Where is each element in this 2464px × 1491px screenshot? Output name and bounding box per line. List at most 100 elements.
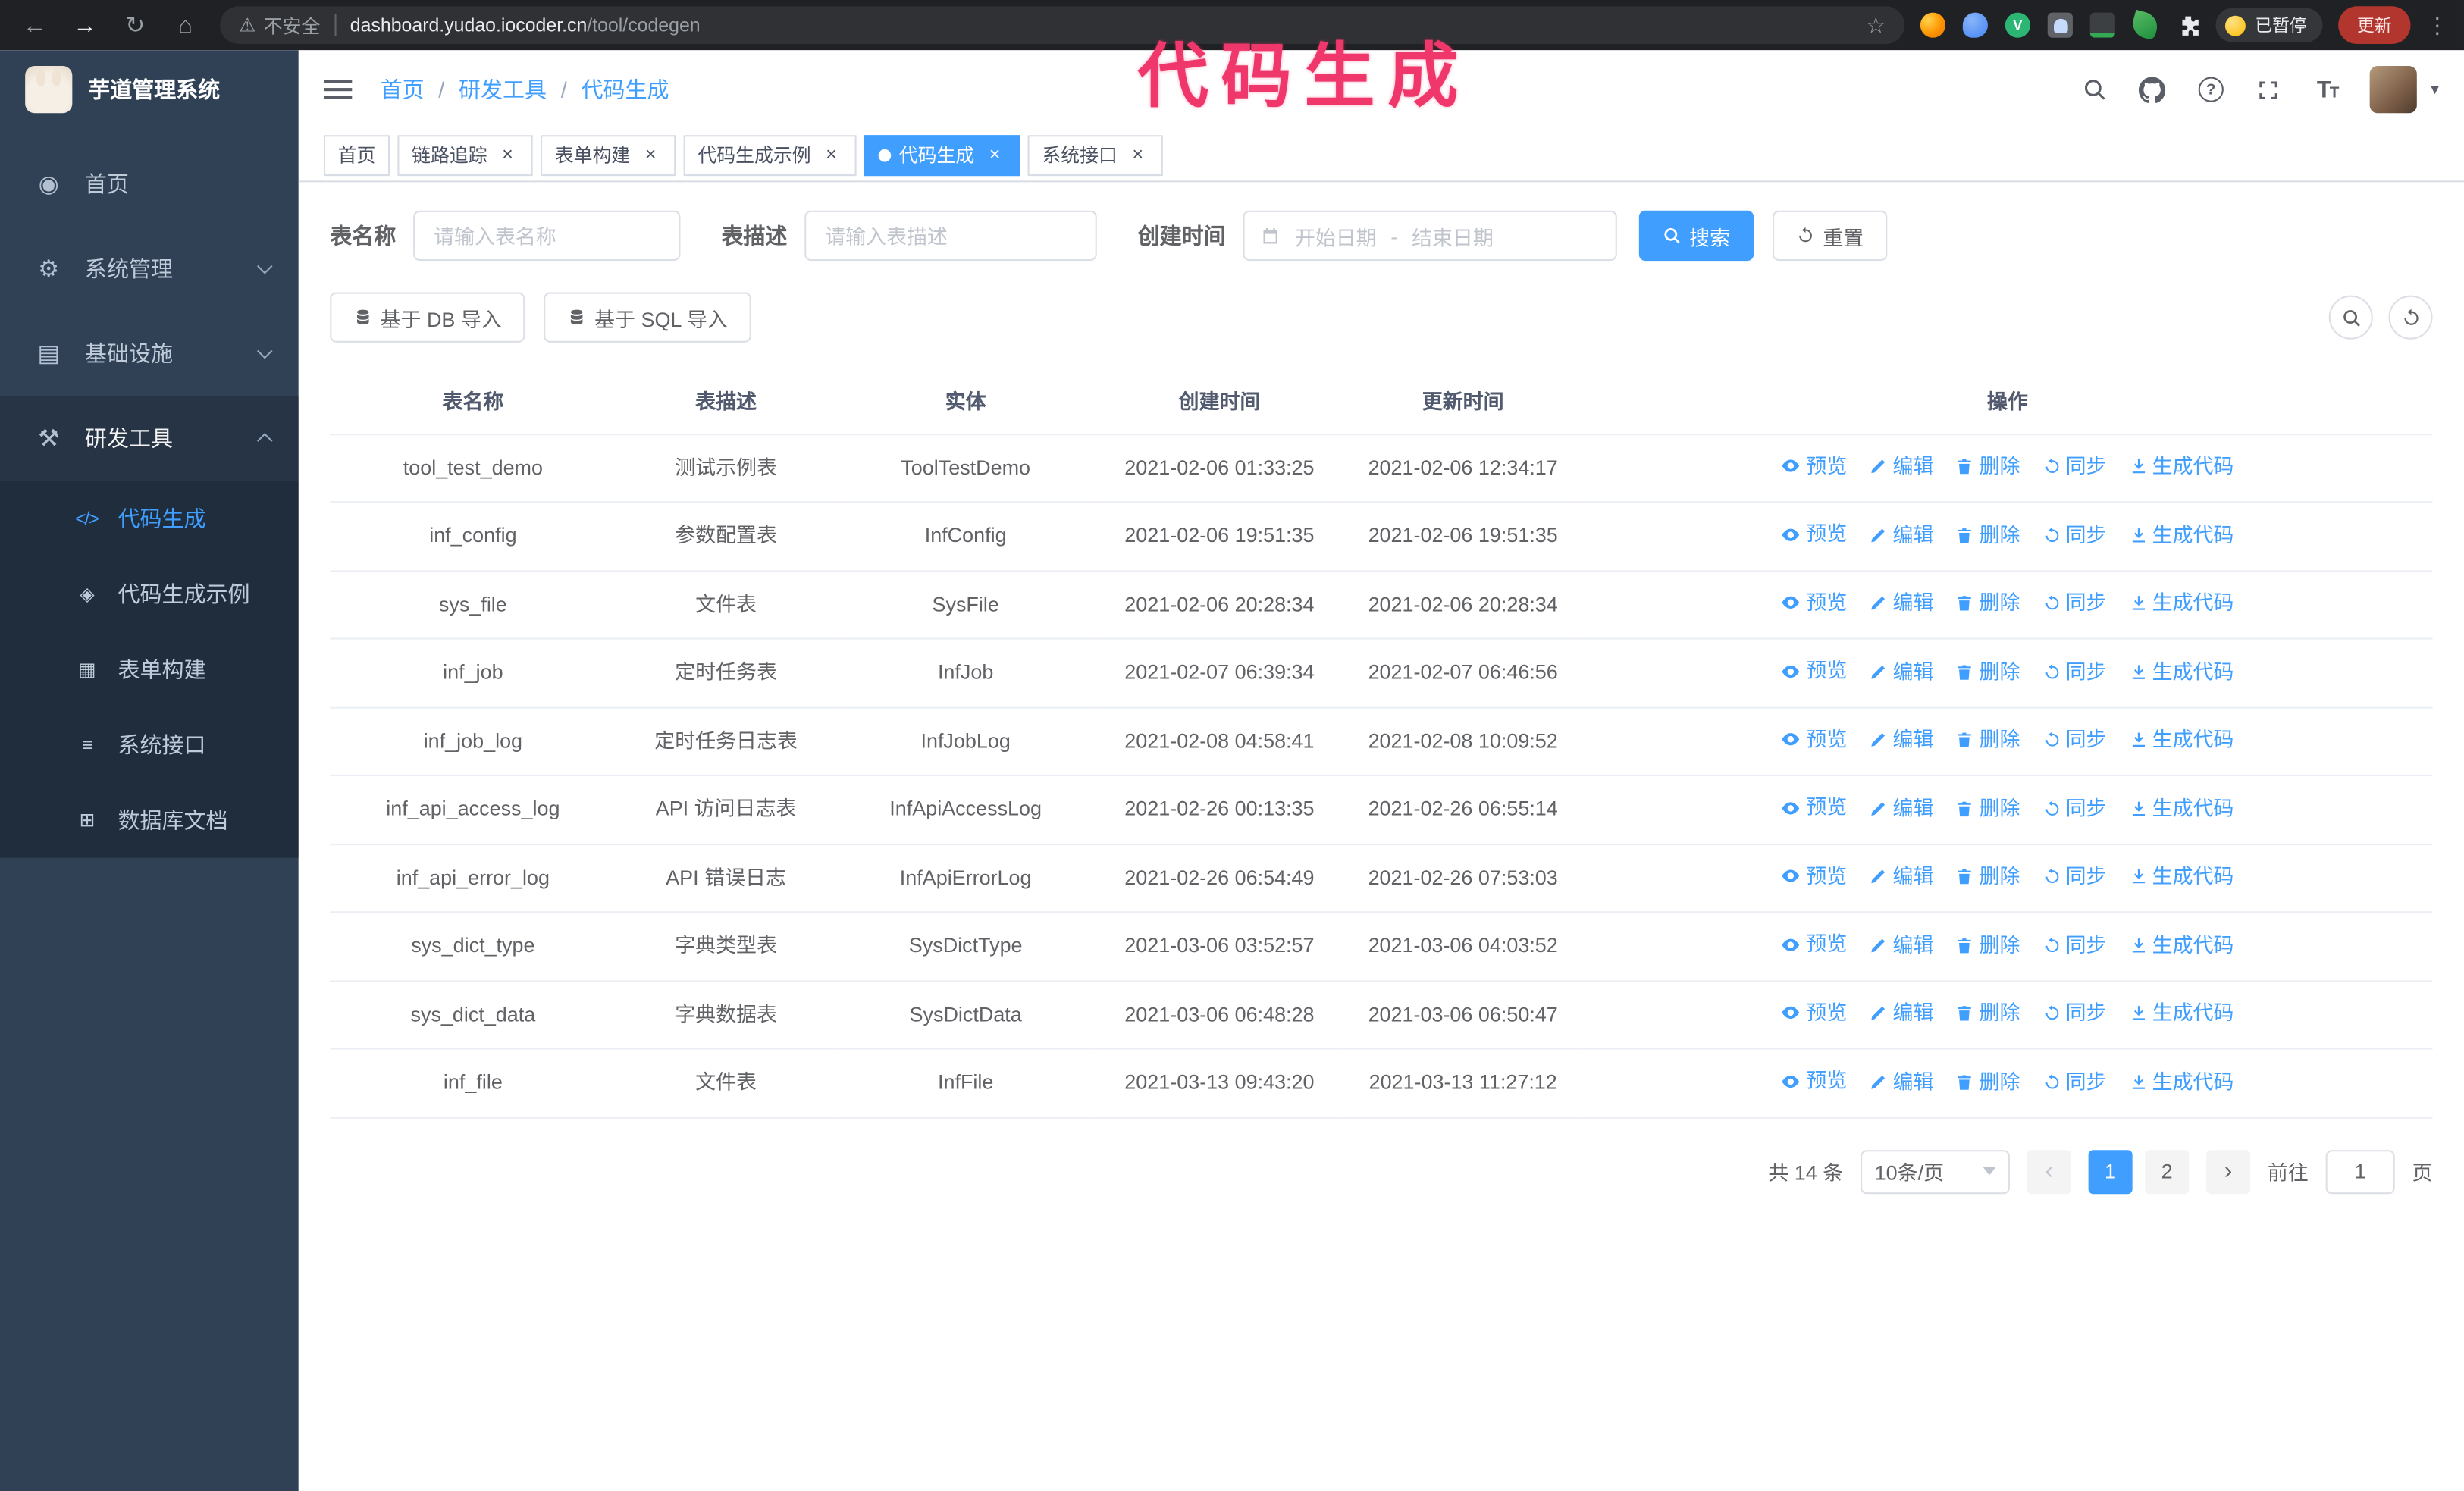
- tab-close-icon[interactable]: ×: [640, 143, 662, 166]
- preview-action-link[interactable]: 预览: [1781, 1065, 1847, 1096]
- sync-action-link[interactable]: 同步: [2042, 587, 2106, 619]
- preview-action-link[interactable]: 预览: [1781, 929, 1847, 960]
- table-name-input[interactable]: [413, 210, 681, 262]
- import-sql-button[interactable]: 基于 SQL 导入: [544, 292, 751, 343]
- date-range-picker[interactable]: 开始日期 - 结束日期: [1243, 210, 1617, 262]
- sidebar-logo[interactable]: 芋道管理系统: [0, 50, 299, 129]
- browser-update-button[interactable]: 更新: [2338, 6, 2411, 45]
- show-search-button[interactable]: [2328, 295, 2373, 340]
- breadcrumb-item[interactable]: 代码生成: [581, 74, 669, 105]
- preview-action-link[interactable]: 预览: [1781, 518, 1847, 550]
- delete-action-link[interactable]: 删除: [1955, 587, 2020, 619]
- address-bar[interactable]: ⚠ 不安全 dashboard.yudao.iocoder.cn /tool/c…: [220, 6, 1905, 45]
- edit-action-link[interactable]: 编辑: [1869, 451, 1933, 482]
- breadcrumb-item[interactable]: 研发工具: [459, 74, 547, 105]
- delete-action-link[interactable]: 删除: [1955, 451, 2020, 482]
- vue-devtools-extension-icon[interactable]: [2005, 12, 2030, 38]
- sync-action-link[interactable]: 同步: [2042, 793, 2106, 824]
- user-avatar[interactable]: [2369, 66, 2417, 114]
- sync-action-link[interactable]: 同步: [2042, 1066, 2106, 1097]
- preview-action-link[interactable]: 预览: [1781, 860, 1847, 891]
- tab-item[interactable]: 首页: [323, 134, 390, 176]
- screenshot-extension-icon[interactable]: [2089, 12, 2115, 38]
- reload-icon[interactable]: ↻: [116, 6, 154, 44]
- page-number-button[interactable]: 2: [2145, 1149, 2190, 1194]
- bookmark-star-icon[interactable]: ☆: [1866, 12, 1886, 39]
- breadcrumb-item[interactable]: 首页: [381, 74, 425, 105]
- import-db-button[interactable]: 基于 DB 导入: [330, 292, 525, 343]
- extensions-puzzle-icon[interactable]: [2175, 13, 2200, 38]
- firefox-extension-icon[interactable]: [1920, 12, 1946, 38]
- prev-page-button[interactable]: ‹: [2027, 1149, 2071, 1194]
- sidebar-toggle-icon[interactable]: [323, 88, 353, 92]
- tab-active[interactable]: 代码生成 ×: [864, 134, 1020, 176]
- back-icon[interactable]: ←: [16, 6, 54, 44]
- table-desc-input[interactable]: [804, 210, 1097, 262]
- question-icon[interactable]: ?: [2195, 74, 2226, 105]
- generate-code-action-link[interactable]: 生成代码: [2129, 451, 2234, 482]
- page-number-button[interactable]: 1: [2088, 1149, 2133, 1194]
- tab-item[interactable]: 代码生成示例 ×: [683, 134, 857, 176]
- sync-action-link[interactable]: 同步: [2042, 861, 2106, 892]
- colorpick-extension-icon[interactable]: [1962, 12, 1988, 38]
- generate-code-action-link[interactable]: 生成代码: [2129, 861, 2234, 892]
- sync-action-link[interactable]: 同步: [2042, 998, 2106, 1029]
- contacts-extension-icon[interactable]: [2047, 12, 2073, 38]
- sync-action-link[interactable]: 同步: [2042, 519, 2106, 550]
- tab-item[interactable]: 系统接口 ×: [1027, 134, 1163, 176]
- sidebar-menu-item[interactable]: ⚙ 系统管理: [0, 226, 299, 311]
- forward-icon[interactable]: →: [66, 6, 104, 44]
- leaf-extension-icon[interactable]: [2129, 9, 2161, 41]
- tab-item[interactable]: 链路追踪 ×: [397, 134, 533, 176]
- generate-code-action-link[interactable]: 生成代码: [2129, 587, 2234, 619]
- refresh-table-button[interactable]: [2388, 295, 2433, 340]
- sidebar-menu-item[interactable]: ⚒ 研发工具: [0, 396, 299, 481]
- sync-action-link[interactable]: 同步: [2042, 451, 2106, 482]
- edit-action-link[interactable]: 编辑: [1869, 998, 1933, 1029]
- tab-item[interactable]: 表单构建 ×: [541, 134, 676, 176]
- preview-action-link[interactable]: 预览: [1781, 450, 1847, 481]
- page-size-select[interactable]: 10条/页: [1861, 1149, 2010, 1194]
- sidebar-menu-item[interactable]: ◉ 首页: [0, 142, 299, 227]
- generate-code-action-link[interactable]: 生成代码: [2129, 929, 2234, 960]
- sidebar-submenu-item[interactable]: ◈ 代码生成示例: [0, 556, 299, 631]
- delete-action-link[interactable]: 删除: [1955, 793, 2020, 824]
- search-button[interactable]: 搜索: [1638, 210, 1754, 262]
- generate-code-action-link[interactable]: 生成代码: [2129, 656, 2234, 687]
- edit-action-link[interactable]: 编辑: [1869, 519, 1933, 550]
- generate-code-action-link[interactable]: 生成代码: [2129, 519, 2234, 550]
- delete-action-link[interactable]: 删除: [1955, 998, 2020, 1029]
- delete-action-link[interactable]: 删除: [1955, 725, 2020, 756]
- chevron-down-icon[interactable]: ▾: [2431, 81, 2438, 99]
- preview-action-link[interactable]: 预览: [1781, 792, 1847, 823]
- sync-action-link[interactable]: 同步: [2042, 656, 2106, 687]
- home-icon[interactable]: ⌂: [167, 6, 205, 44]
- edit-action-link[interactable]: 编辑: [1869, 587, 1933, 619]
- edit-action-link[interactable]: 编辑: [1869, 861, 1933, 892]
- tab-close-icon[interactable]: ×: [1127, 143, 1149, 166]
- sidebar-submenu-item[interactable]: ⊞ 数据库文档: [0, 782, 299, 857]
- profile-paused-badge[interactable]: 已暂停: [2215, 8, 2323, 42]
- search-icon[interactable]: [2079, 74, 2110, 105]
- delete-action-link[interactable]: 删除: [1955, 861, 2020, 892]
- reset-button[interactable]: 重置: [1773, 210, 1888, 262]
- generate-code-action-link[interactable]: 生成代码: [2129, 998, 2234, 1029]
- generate-code-action-link[interactable]: 生成代码: [2129, 793, 2234, 824]
- tab-close-icon[interactable]: ×: [984, 143, 1006, 166]
- preview-action-link[interactable]: 预览: [1781, 587, 1847, 618]
- sidebar-submenu-item[interactable]: ≡ 系统接口: [0, 707, 299, 782]
- preview-action-link[interactable]: 预览: [1781, 655, 1847, 686]
- preview-action-link[interactable]: 预览: [1781, 723, 1847, 754]
- font-size-icon[interactable]: TT: [2312, 74, 2343, 105]
- edit-action-link[interactable]: 编辑: [1869, 725, 1933, 756]
- delete-action-link[interactable]: 删除: [1955, 929, 2020, 960]
- github-icon[interactable]: [2137, 74, 2168, 105]
- next-page-button[interactable]: ›: [2206, 1149, 2251, 1194]
- sidebar-submenu-item[interactable]: ▦ 表单构建: [0, 631, 299, 706]
- sidebar-menu-item[interactable]: ▤ 基础设施: [0, 311, 299, 396]
- sidebar-submenu-item[interactable]: </> 代码生成: [0, 481, 299, 556]
- edit-action-link[interactable]: 编辑: [1869, 793, 1933, 824]
- delete-action-link[interactable]: 删除: [1955, 656, 2020, 687]
- generate-code-action-link[interactable]: 生成代码: [2129, 1066, 2234, 1097]
- fullscreen-icon[interactable]: [2253, 74, 2284, 105]
